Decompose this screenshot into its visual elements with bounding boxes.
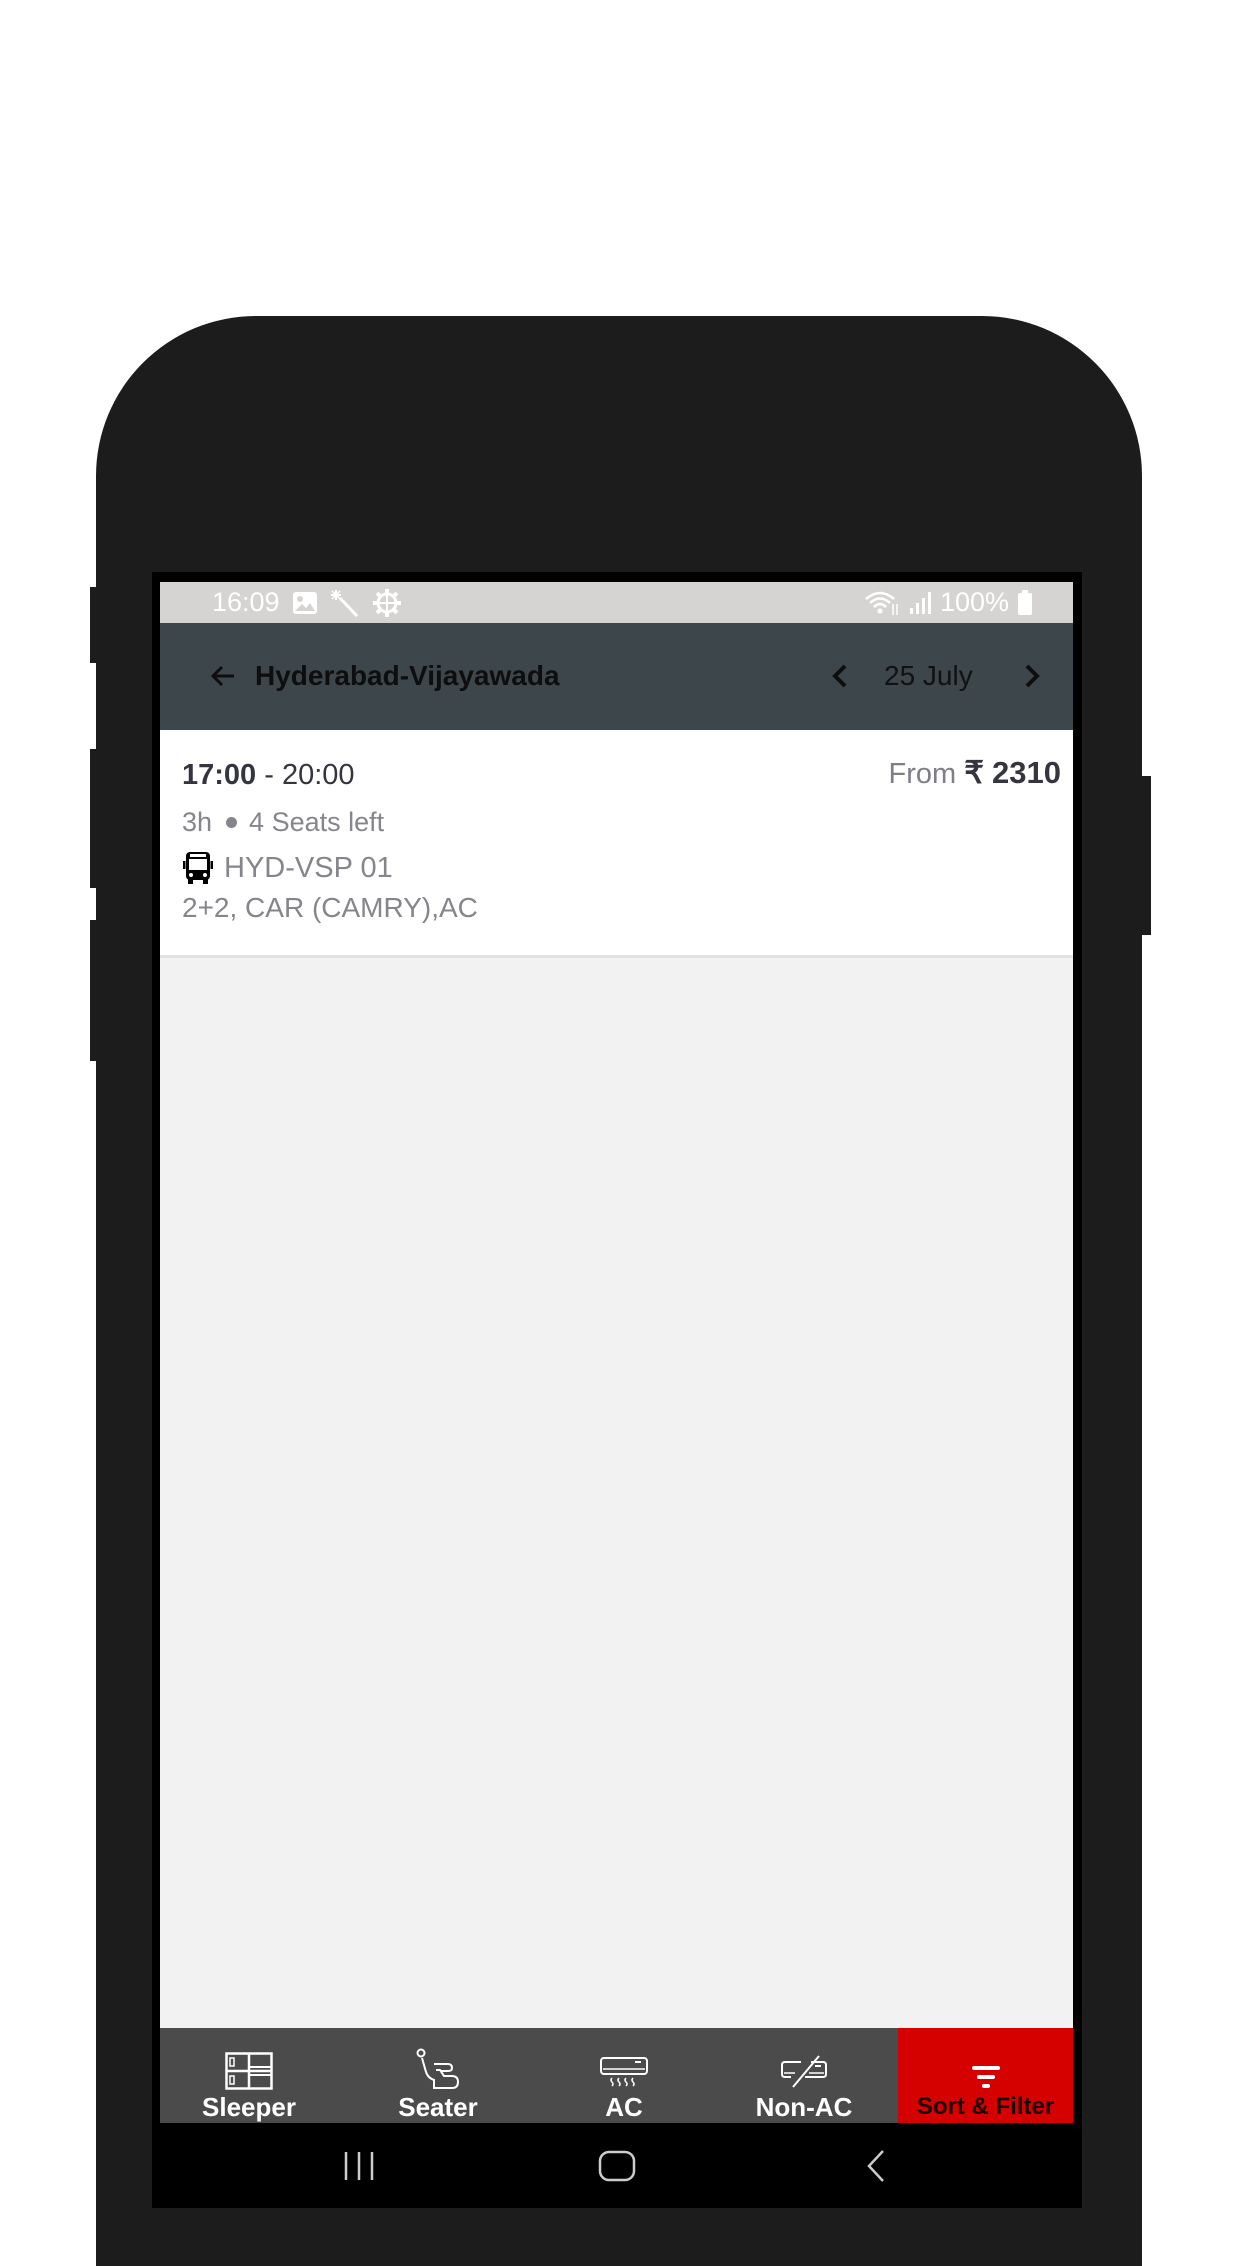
next-date-button[interactable]: [1020, 659, 1044, 693]
price-amount: 2310: [992, 755, 1061, 790]
recent-apps-icon: [344, 2152, 374, 2180]
app-header: Hyderabad-Vijayawada 25 July: [160, 623, 1073, 730]
settings-gear-icon: [372, 588, 402, 618]
status-bar: 16:09 100%: [160, 582, 1073, 623]
separator-dot: [226, 816, 238, 828]
signal-icon: [908, 591, 932, 615]
trip-price: From ₹ 2310: [889, 756, 1062, 791]
non-ac-icon: [779, 2044, 829, 2090]
phone-side-button-1: [90, 587, 98, 663]
bus-icon: [182, 851, 214, 885]
nav-back-button[interactable]: [860, 2145, 890, 2187]
status-left: 16:09: [212, 582, 402, 623]
trip-meta: 3h 4 Seats left: [182, 806, 384, 838]
filter-icon: [971, 2044, 1001, 2090]
trip-times: 17:00 - 20:00: [182, 758, 355, 792]
wifi-icon: [864, 590, 900, 616]
recent-apps-button[interactable]: [340, 2145, 380, 2187]
home-button[interactable]: [598, 2145, 638, 2187]
filter-tab-label: Sleeper: [202, 2092, 296, 2122]
status-right: 100%: [864, 582, 1033, 623]
filter-tab-seater[interactable]: Seater: [338, 2028, 538, 2123]
back-icon: [867, 2150, 884, 2182]
gallery-icon: [292, 591, 318, 615]
trip-duration: 3h: [182, 807, 213, 837]
phone-screen: 16:09 100% Hyderabad-Vijayawada 25 July …: [160, 582, 1073, 2208]
system-nav-bar: [160, 2123, 1073, 2208]
chevron-right-icon: [1025, 664, 1040, 688]
trip-card[interactable]: 17:00 - 20:00 From ₹ 2310 3h 4 Seats lef…: [160, 730, 1073, 958]
chevron-left-icon: [832, 664, 847, 688]
phone-side-button-2: [90, 749, 98, 888]
seats-left: 4 Seats left: [249, 807, 385, 837]
bus-name: HYD-VSP 01: [224, 852, 393, 884]
arrow-left-icon: [210, 665, 234, 687]
seat-icon: [414, 2044, 462, 2090]
phone-side-button-3: [90, 920, 98, 1061]
status-time: 16:09: [212, 587, 280, 617]
arrival-time: 20:00: [281, 759, 355, 791]
filter-tab-non-ac[interactable]: Non-AC: [710, 2028, 898, 2123]
filter-bar: Sleeper Seater AC Non-AC Sort & Filter: [160, 2028, 1073, 2123]
battery-icon: [1017, 589, 1033, 616]
filter-tab-sleeper[interactable]: Sleeper: [160, 2028, 338, 2123]
magic-wand-icon: [330, 589, 360, 617]
back-button[interactable]: [210, 659, 238, 693]
previous-date-button[interactable]: [828, 659, 852, 693]
bus-name-row: HYD-VSP 01: [182, 851, 393, 885]
filter-tab-label: Sort & Filter: [916, 2093, 1055, 2120]
filter-tab-ac[interactable]: AC: [538, 2028, 710, 2123]
sleeper-icon: [225, 2044, 273, 2090]
filter-tab-label: Non-AC: [755, 2092, 853, 2122]
bus-type: 2+2, CAR (CAMRY),AC: [182, 892, 478, 923]
filter-tab-label: AC: [605, 2092, 643, 2122]
ac-icon: [599, 2044, 649, 2090]
phone-power-button: [1140, 776, 1151, 935]
route-title: Hyderabad-Vijayawada: [255, 660, 560, 691]
departure-time: 17:00: [182, 759, 257, 791]
sort-and-filter-button[interactable]: Sort & Filter: [898, 2028, 1073, 2123]
price-prefix: From: [888, 758, 957, 790]
home-icon: [598, 2150, 636, 2182]
time-separator: -: [256, 759, 282, 791]
battery-percent: 100%: [939, 587, 1009, 617]
selected-date[interactable]: 25 July: [884, 659, 973, 693]
price-currency: ₹: [964, 755, 984, 790]
filter-tab-label: Seater: [398, 2092, 478, 2122]
